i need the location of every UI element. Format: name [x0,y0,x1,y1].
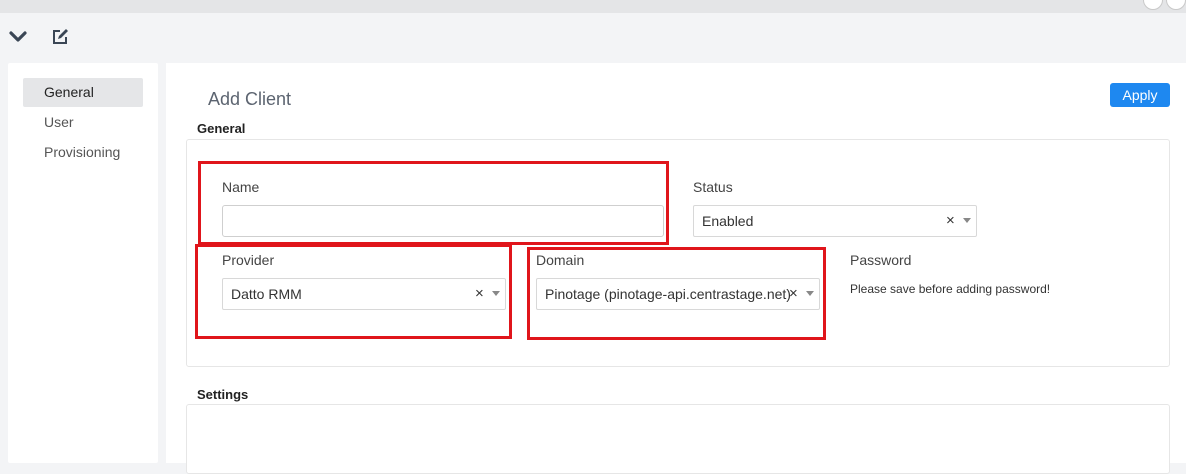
domain-caret-icon[interactable] [806,291,814,296]
sidebar: General User Provisioning [8,63,158,463]
edit-icon[interactable] [50,27,70,47]
provider-value: Datto RMM [231,286,302,302]
provider-caret-icon[interactable] [492,291,500,296]
chevron-down-icon[interactable] [8,27,28,47]
apply-button[interactable]: Apply [1110,83,1170,107]
name-input[interactable] [222,205,664,237]
page-title: Add Client [208,89,292,109]
general-panel: Name Status Enabled × Provider Datto RMM… [186,139,1170,367]
toolbar [0,13,1186,63]
sidebar-item-user[interactable]: User [23,108,143,137]
window-control-2[interactable] [1166,0,1186,10]
window-top-bar [0,0,1186,13]
password-label: Password [850,252,912,268]
provider-clear-icon[interactable]: × [475,279,484,309]
status-select[interactable]: Enabled × [693,205,977,237]
status-clear-icon[interactable]: × [946,206,955,236]
provider-select[interactable]: Datto RMM × [222,278,506,310]
window-control-1[interactable] [1143,0,1163,10]
password-note: Please save before adding password! [850,282,1051,296]
main-content: Add Client Apply General Name Status Ena… [166,63,1186,474]
status-label: Status [693,179,733,195]
domain-label: Domain [536,252,585,268]
settings-section-title: Settings [197,387,249,402]
domain-select[interactable]: Pinotage (pinotage-api.centrastage.net) … [536,278,820,310]
general-section-title: General [197,121,246,136]
status-caret-icon[interactable] [963,218,971,223]
sidebar-item-general[interactable]: General [23,78,143,107]
domain-value: Pinotage (pinotage-api.centrastage.net) [545,286,791,302]
provider-label: Provider [222,252,275,268]
status-value: Enabled [702,213,754,229]
settings-panel [186,404,1170,474]
sidebar-item-provisioning[interactable]: Provisioning [23,138,143,167]
name-label: Name [222,179,260,195]
domain-clear-icon[interactable]: × [789,279,798,309]
